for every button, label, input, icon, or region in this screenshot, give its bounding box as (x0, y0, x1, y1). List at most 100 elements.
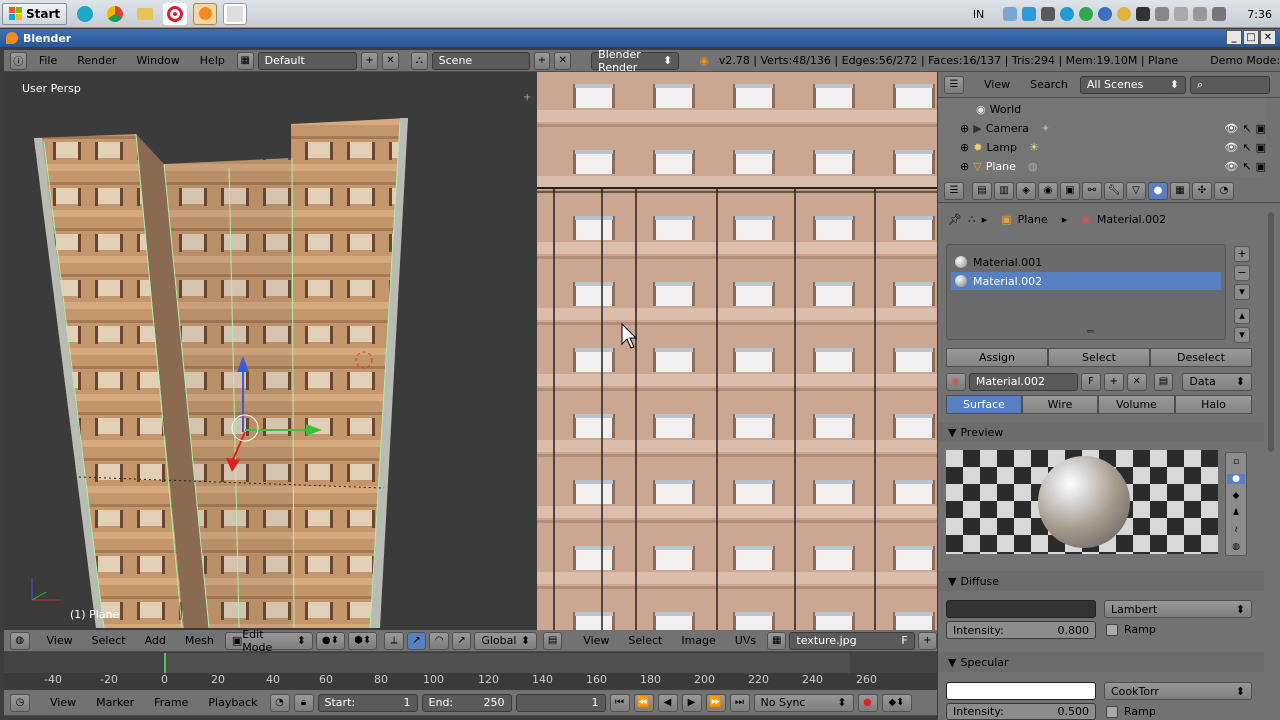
slot-move-up-button[interactable]: ▴ (1234, 308, 1250, 324)
data-tab-icon[interactable]: ▽ (1126, 181, 1146, 200)
select-arrow-icon[interactable]: ↖ (1242, 160, 1251, 173)
shading-icon[interactable]: ●⬍ (315, 631, 346, 650)
assign-button[interactable]: Assign (946, 348, 1048, 367)
new-material-icon[interactable]: + (1103, 372, 1124, 391)
properties-scrollbar[interactable] (1268, 212, 1274, 452)
jump-end-icon[interactable]: ⏭ (729, 693, 750, 712)
menu-image[interactable]: Image (673, 634, 723, 647)
diffuse-color-swatch[interactable] (946, 600, 1096, 618)
menu-view[interactable]: View (575, 634, 617, 647)
editor-type-icon[interactable]: ☰ (944, 181, 964, 200)
preview-flat-icon[interactable]: ▫ (1233, 457, 1239, 467)
menu-select[interactable]: Select (620, 634, 670, 647)
render-tab-icon[interactable]: ▤ (972, 181, 992, 200)
speaker-icon[interactable] (1212, 7, 1227, 21)
specular-intensity-slider[interactable]: Intensity: 0.500 (946, 703, 1096, 720)
display-mode-dropdown[interactable]: All Scenes ⬍ (1079, 75, 1186, 94)
tab-wire[interactable]: Wire (1022, 395, 1098, 414)
remove-layout-icon[interactable]: ✕ (382, 51, 399, 70)
scene-field[interactable]: Scene (431, 51, 530, 70)
outliner-search-input[interactable]: ⌕ (1189, 75, 1270, 94)
rotate-icon[interactable]: ◠ (429, 631, 449, 650)
menu-view[interactable]: View (39, 634, 81, 647)
viewport-plus-icon[interactable]: + (523, 92, 531, 103)
jump-start-icon[interactable]: ⏮ (609, 693, 630, 712)
link-dropdown[interactable]: Data ⬍ (1182, 372, 1252, 391)
manipulator-icon[interactable]: ⟂ (384, 631, 404, 650)
tab-surface[interactable]: Surface (946, 395, 1022, 414)
close-button[interactable]: ✕ (1260, 30, 1276, 45)
remove-scene-icon[interactable]: ✕ (554, 51, 572, 70)
constraints-tab-icon[interactable]: ⚯ (1082, 181, 1102, 200)
slot-remove-button[interactable]: − (1234, 265, 1250, 281)
menu-mesh[interactable]: Mesh (177, 634, 222, 647)
add-image-icon[interactable]: + (917, 631, 937, 650)
diffuse-intensity-slider[interactable]: Intensity: 0.800 (946, 621, 1096, 639)
scene-icon[interactable]: ⛬ (410, 51, 428, 70)
visibility-icon[interactable]: 👁︎ (1224, 122, 1238, 135)
uv-image-editor[interactable] (537, 72, 937, 630)
tray-icon[interactable] (1060, 7, 1075, 21)
outliner-item-camera[interactable]: ⊕ ▶ Camera ✦ 👁︎ ↖ ▣ (960, 122, 1266, 135)
particles-tab-icon[interactable]: ✣ (1192, 181, 1212, 200)
diffuse-panel-header[interactable]: ▼ Diffuse (938, 571, 1264, 591)
start-frame-field[interactable]: Start: 1 (317, 693, 418, 712)
menu-window[interactable]: Window (128, 54, 187, 67)
render-engine-dropdown[interactable]: Blender Render ⬍ (591, 48, 680, 74)
preview-monkey-icon[interactable]: ♟ (1232, 508, 1240, 518)
menu-view[interactable]: View (976, 78, 1018, 91)
current-frame-field[interactable]: 1 (515, 693, 606, 712)
select-arrow-icon[interactable]: ↖ (1242, 122, 1251, 135)
diffuse-ramp-checkbox[interactable]: Ramp (1106, 623, 1156, 636)
taskbar-app-chrome[interactable] (103, 3, 127, 25)
layers-tab-icon[interactable]: ▥ (994, 181, 1014, 200)
tray-icon[interactable] (1022, 7, 1037, 21)
taskbar-app-opera[interactable] (163, 2, 188, 25)
slot-add-button[interactable]: + (1234, 246, 1250, 262)
fake-user-toggle[interactable]: F (901, 634, 907, 647)
material-name-field[interactable]: Material.002 (968, 372, 1079, 391)
maximize-button[interactable]: □ (1243, 30, 1259, 45)
tray-icon[interactable] (1155, 7, 1170, 21)
select-arrow-icon[interactable]: ↖ (1242, 141, 1251, 154)
language-indicator[interactable]: IN (973, 8, 984, 21)
add-layout-icon[interactable]: + (361, 51, 379, 70)
outliner-item-lamp[interactable]: ⊕ ✹ Lamp ☀ 👁︎ ↖ ▣ (960, 141, 1266, 154)
material-browse-icon[interactable]: ◉ (946, 372, 966, 391)
3d-viewport[interactable]: User Persp (1) Plane + (4, 72, 537, 630)
tab-halo[interactable]: Halo (1175, 395, 1252, 414)
slot-menu-button[interactable]: ▾ (1234, 284, 1250, 300)
material-slot[interactable]: Material.001 (951, 253, 1221, 271)
menu-playback[interactable]: Playback (200, 696, 265, 709)
physics-tab-icon[interactable]: ◔ (1214, 181, 1234, 200)
visibility-icon[interactable]: 👁︎ (1224, 160, 1238, 173)
next-keyframe-icon[interactable]: ⏩ (705, 693, 726, 712)
editor-type-icon[interactable]: ⓘ (10, 51, 27, 70)
tab-volume[interactable]: Volume (1098, 395, 1175, 414)
pivot-icon[interactable]: ⬢⬍ (348, 631, 378, 650)
prev-keyframe-icon[interactable]: ⏪ (633, 693, 654, 712)
outliner-item-plane[interactable]: ⊕ ▽ Plane ◍ 👁︎ ↖ ▣ (960, 160, 1266, 173)
editor-type-icon[interactable]: ☰ (944, 75, 964, 94)
render-icon[interactable]: ▣ (1256, 122, 1266, 135)
taskbar-app-1[interactable] (73, 3, 97, 25)
modifiers-tab-icon[interactable]: 🔧︎ (1104, 181, 1124, 200)
material-tab-icon[interactable]: ● (1148, 181, 1168, 200)
tray-icon[interactable] (1174, 7, 1189, 21)
object-tab-icon[interactable]: ▣ (1060, 181, 1080, 200)
tray-icon[interactable] (1003, 7, 1018, 21)
editor-type-icon[interactable]: ▤ (543, 631, 563, 650)
specular-shader-dropdown[interactable]: CookTorr ⬍ (1104, 682, 1252, 700)
slot-move-down-button[interactable]: ▾ (1234, 327, 1250, 343)
play-reverse-icon[interactable]: ◀ (657, 693, 678, 712)
scale-icon[interactable]: ↗ (451, 631, 472, 650)
tray-icon[interactable] (1041, 7, 1056, 21)
preview-panel-header[interactable]: ▼ Preview (938, 422, 1264, 442)
outliner-item-world[interactable]: ◉ World (976, 103, 1021, 116)
taskbar-app-window[interactable] (223, 2, 248, 25)
taskbar-app-blender[interactable] (193, 2, 218, 25)
editor-type-icon[interactable]: ◍ (10, 631, 30, 650)
render-icon[interactable]: ▣ (1256, 160, 1266, 173)
editor-type-icon[interactable]: ◷ (10, 693, 30, 712)
tray-icon[interactable] (1193, 7, 1208, 21)
